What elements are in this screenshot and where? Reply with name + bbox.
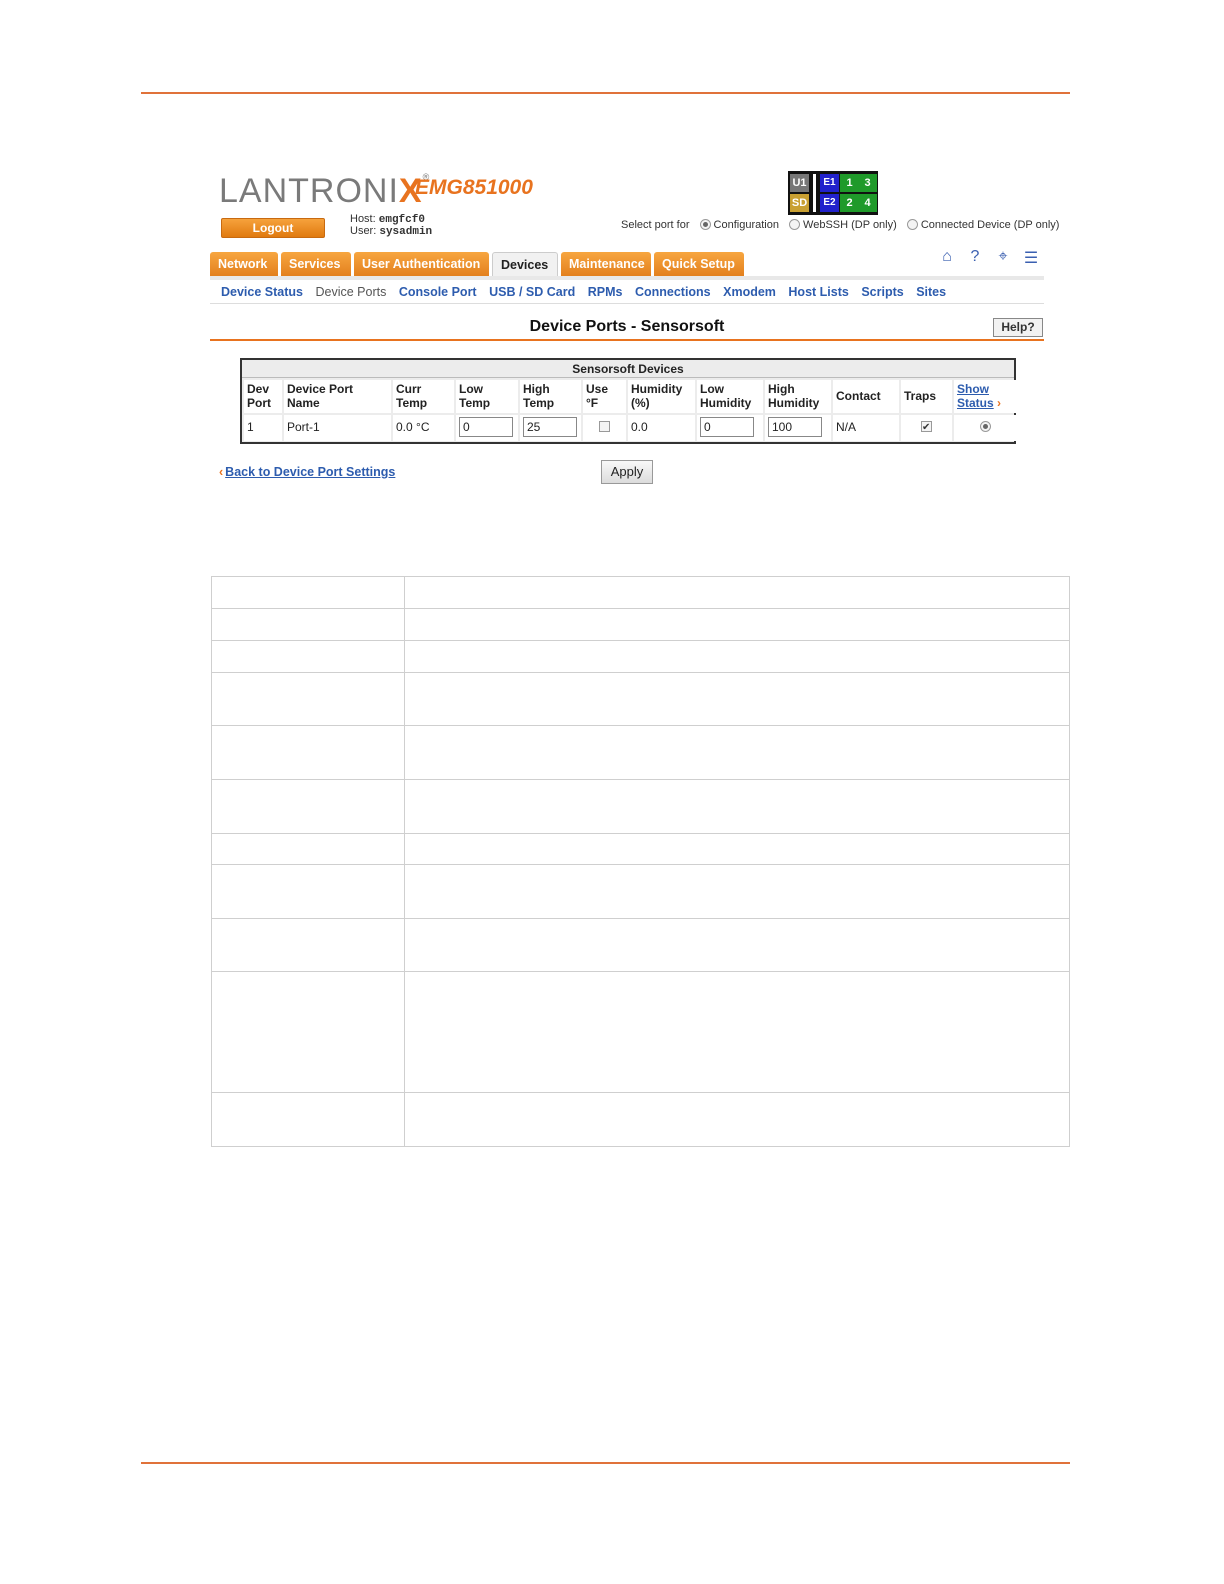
high-temp-input[interactable]: 25 bbox=[523, 417, 577, 437]
col-low-humidity: Low Humidity bbox=[697, 380, 763, 413]
cell-low-humidity: 0 bbox=[697, 415, 763, 441]
col-dev-port: Dev Port bbox=[244, 380, 282, 413]
table-header-row: Dev Port Device Port Name Curr Temp Low Temp… bbox=[244, 380, 1018, 413]
cell-use-f bbox=[583, 415, 626, 441]
tab-maintenance[interactable]: Maintenance bbox=[561, 252, 651, 276]
table-row bbox=[211, 672, 1070, 726]
subnav-connections[interactable]: Connections bbox=[635, 285, 711, 299]
status-port-1[interactable]: 1 bbox=[840, 174, 859, 192]
lantronix-logo: LANTRONIX® bbox=[219, 172, 431, 210]
col-device-port-name: Device Port Name bbox=[284, 380, 391, 413]
subnav-device-ports[interactable]: Device Ports bbox=[315, 285, 386, 299]
table-row bbox=[211, 1092, 1070, 1147]
select-port-for: Select port for Configuration WebSSH (DP… bbox=[621, 219, 1060, 231]
radio-webssh[interactable] bbox=[789, 219, 801, 230]
page-top-rule bbox=[141, 92, 1070, 94]
back-to-device-port-settings-link[interactable]: ‹ Back to Device Port Settings bbox=[219, 465, 395, 479]
low-temp-input[interactable]: 0 bbox=[459, 417, 513, 437]
col-curr-temp: Curr Temp bbox=[393, 380, 454, 413]
main-tabs: Network Services User Authentication Dev… bbox=[210, 252, 744, 278]
col-traps: Traps bbox=[901, 380, 952, 413]
show-status-link[interactable]: Show Status › bbox=[954, 380, 1016, 413]
table-row bbox=[211, 864, 1070, 919]
table-row bbox=[211, 725, 1070, 780]
list-icon[interactable]: ☰ bbox=[1022, 248, 1040, 268]
col-humidity: Humidity (%) bbox=[628, 380, 695, 413]
apply-button[interactable]: Apply bbox=[601, 460, 653, 484]
cell-show-status bbox=[954, 415, 1016, 441]
description-table bbox=[211, 576, 1070, 1147]
toolbar-icons: ⌂ ? ⌖ ☰ bbox=[938, 248, 1040, 268]
status-sd[interactable]: SD bbox=[790, 194, 809, 212]
status-port-2[interactable]: 2 bbox=[840, 194, 859, 212]
subnav-xmodem[interactable]: Xmodem bbox=[723, 285, 776, 299]
cell-high-humidity: 100 bbox=[765, 415, 831, 441]
status-port-4[interactable]: 4 bbox=[858, 194, 877, 212]
cell-high-temp: 25 bbox=[520, 415, 581, 441]
subnav-rpms[interactable]: RPMs bbox=[588, 285, 623, 299]
subnav-sites[interactable]: Sites bbox=[916, 285, 946, 299]
table-row bbox=[211, 833, 1070, 865]
status-port-3[interactable]: 3 bbox=[858, 174, 877, 192]
tab-user-authentication[interactable]: User Authentication bbox=[354, 252, 489, 276]
subnav-scripts[interactable]: Scripts bbox=[861, 285, 903, 299]
home-icon[interactable]: ⌂ bbox=[938, 248, 956, 268]
host-user-info: Host: emgfcf0 User: sysadmin bbox=[350, 213, 433, 238]
table-row: 1 Port-1 0.0 °C 0 25 0.0 0 100 N/A bbox=[244, 415, 1018, 441]
col-use-f: Use °F bbox=[583, 380, 626, 413]
radio-configuration[interactable] bbox=[699, 219, 711, 230]
port-status-grid: U1 SD E1 E2 1 3 2 4 bbox=[788, 171, 878, 215]
table-caption: Sensorsoft Devices bbox=[242, 360, 1014, 378]
screenshot-region: LANTRONIX® EMG851000 Logout Host: emgfcf… bbox=[210, 168, 1059, 488]
sub-navigation: Device Status Device Ports Console Port … bbox=[210, 276, 1044, 304]
low-humidity-input[interactable]: 0 bbox=[700, 417, 754, 437]
table-row bbox=[211, 971, 1070, 1093]
subnav-device-status[interactable]: Device Status bbox=[221, 285, 303, 299]
page-title: Device Ports - Sensorsoft bbox=[529, 318, 725, 335]
help-icon[interactable]: ? bbox=[966, 248, 984, 268]
subnav-console-port[interactable]: Console Port bbox=[399, 285, 477, 299]
cell-traps bbox=[901, 415, 952, 441]
chevron-left-icon: ‹ bbox=[219, 465, 224, 479]
tab-network[interactable]: Network bbox=[210, 252, 278, 276]
subnav-host-lists[interactable]: Host Lists bbox=[788, 285, 848, 299]
title-underline bbox=[210, 339, 1044, 341]
col-high-humidity: High Humidity bbox=[765, 380, 831, 413]
col-high-temp: High Temp bbox=[520, 380, 581, 413]
sensorsoft-devices-table: Sensorsoft Devices Dev Port Device Port Na… bbox=[240, 358, 1016, 444]
traps-checkbox[interactable] bbox=[921, 418, 932, 438]
table-row bbox=[211, 918, 1070, 972]
cell-low-temp: 0 bbox=[456, 415, 518, 441]
select-port-label: Select port for bbox=[621, 219, 690, 231]
status-u1[interactable]: U1 bbox=[790, 174, 809, 192]
status-e1[interactable]: E1 bbox=[820, 174, 839, 192]
radio-connected-device[interactable] bbox=[906, 219, 918, 230]
cell-device-port-name: Port-1 bbox=[284, 415, 391, 441]
table-row bbox=[211, 640, 1070, 673]
table-row bbox=[211, 608, 1070, 641]
high-humidity-input[interactable]: 100 bbox=[768, 417, 822, 437]
cell-contact: N/A bbox=[833, 415, 899, 441]
page-bottom-rule bbox=[141, 1462, 1070, 1464]
tab-services[interactable]: Services bbox=[281, 252, 351, 276]
tab-quick-setup[interactable]: Quick Setup bbox=[654, 252, 744, 276]
model-name: EMG851000 bbox=[415, 176, 533, 199]
show-status-radio[interactable] bbox=[979, 421, 991, 432]
subnav-usb-sd-card[interactable]: USB / SD Card bbox=[489, 285, 575, 299]
table-row bbox=[211, 576, 1070, 609]
cell-dev-port: 1 bbox=[244, 415, 282, 441]
help-button[interactable]: Help? bbox=[993, 318, 1043, 337]
tab-devices[interactable]: Devices bbox=[492, 252, 558, 278]
col-contact: Contact bbox=[833, 380, 899, 413]
status-e2[interactable]: E2 bbox=[820, 194, 839, 212]
status-divider bbox=[813, 174, 816, 212]
use-f-checkbox[interactable] bbox=[599, 421, 610, 432]
logout-button[interactable]: Logout bbox=[221, 218, 325, 238]
cell-curr-temp: 0.0 °C bbox=[393, 415, 454, 441]
table-row bbox=[211, 779, 1070, 834]
col-low-temp: Low Temp bbox=[456, 380, 518, 413]
cell-humidity: 0.0 bbox=[628, 415, 695, 441]
sitemap-icon[interactable]: ⌖ bbox=[994, 248, 1012, 268]
